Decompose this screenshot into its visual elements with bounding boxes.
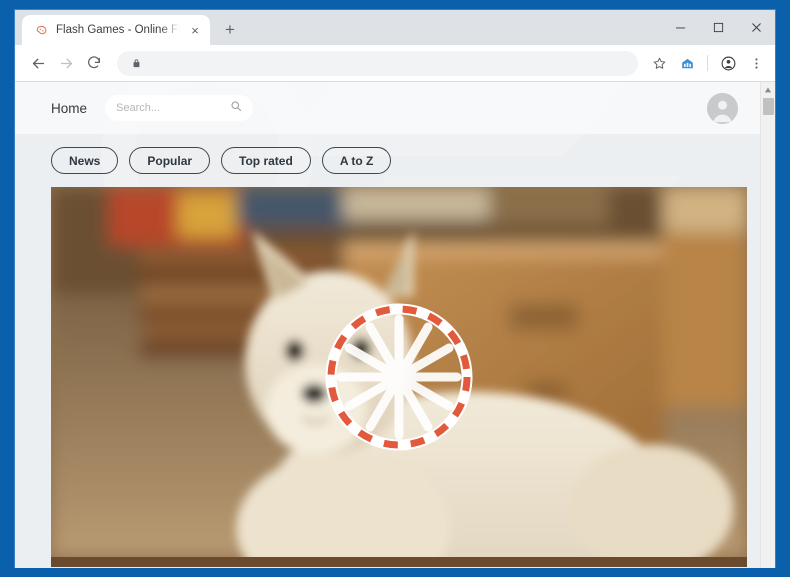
scrollbar-thumb[interactable] xyxy=(762,98,774,115)
search-icon[interactable] xyxy=(230,99,242,117)
loading-spinner-icon xyxy=(325,303,473,451)
category-pill-a-to-z[interactable]: A to Z xyxy=(321,147,392,174)
hero-media-panel[interactable] xyxy=(51,187,747,567)
browser-tab[interactable]: Flash Games - Online Flash Games × xyxy=(22,15,210,45)
close-button[interactable] xyxy=(737,10,775,45)
reload-icon[interactable] xyxy=(81,50,107,76)
category-pill-top-rated[interactable]: Top rated xyxy=(221,147,311,174)
lock-icon xyxy=(129,56,144,71)
category-filter-bar: News Popular Top rated A to Z xyxy=(15,134,760,187)
desktop-background: Flash Games - Online Flash Games × + xyxy=(0,0,790,577)
three-dot-menu-icon[interactable] xyxy=(743,50,769,76)
window-bottom-frame xyxy=(0,568,790,577)
tab-close-icon[interactable]: × xyxy=(187,22,203,38)
page-viewport: Home Search... News Popular Top rated A … xyxy=(15,82,775,568)
new-tab-button[interactable]: + xyxy=(216,15,244,43)
address-bar[interactable] xyxy=(117,50,638,76)
toolbar-divider xyxy=(707,55,708,71)
minimize-button[interactable] xyxy=(661,10,699,45)
web-page-content: Home Search... News Popular Top rated A … xyxy=(15,82,760,568)
user-avatar-icon[interactable] xyxy=(707,92,738,124)
extension-icon[interactable] xyxy=(674,50,700,76)
nav-link-home[interactable]: Home xyxy=(51,101,87,116)
forward-arrow-icon[interactable] xyxy=(53,50,79,76)
back-arrow-icon[interactable] xyxy=(25,50,51,76)
gamepad-icon xyxy=(33,22,49,38)
category-pill-news[interactable]: News xyxy=(51,147,119,174)
star-icon[interactable] xyxy=(646,50,672,76)
tab-strip: Flash Games - Online Flash Games × + xyxy=(15,10,775,45)
category-pill-popular[interactable]: Popular xyxy=(129,147,211,174)
window-controls xyxy=(661,10,775,45)
tab-title: Flash Games - Online Flash Games xyxy=(56,24,180,36)
page-scrollbar[interactable] xyxy=(760,82,775,568)
site-header: Home xyxy=(15,82,760,134)
browser-window: Flash Games - Online Flash Games × + xyxy=(14,9,776,568)
scroll-up-arrow-icon[interactable] xyxy=(761,82,776,97)
search-box[interactable] xyxy=(105,95,254,121)
profile-avatar-icon[interactable] xyxy=(715,50,741,76)
search-input[interactable] xyxy=(116,102,227,114)
maximize-button[interactable] xyxy=(699,10,737,45)
browser-toolbar xyxy=(15,45,775,82)
